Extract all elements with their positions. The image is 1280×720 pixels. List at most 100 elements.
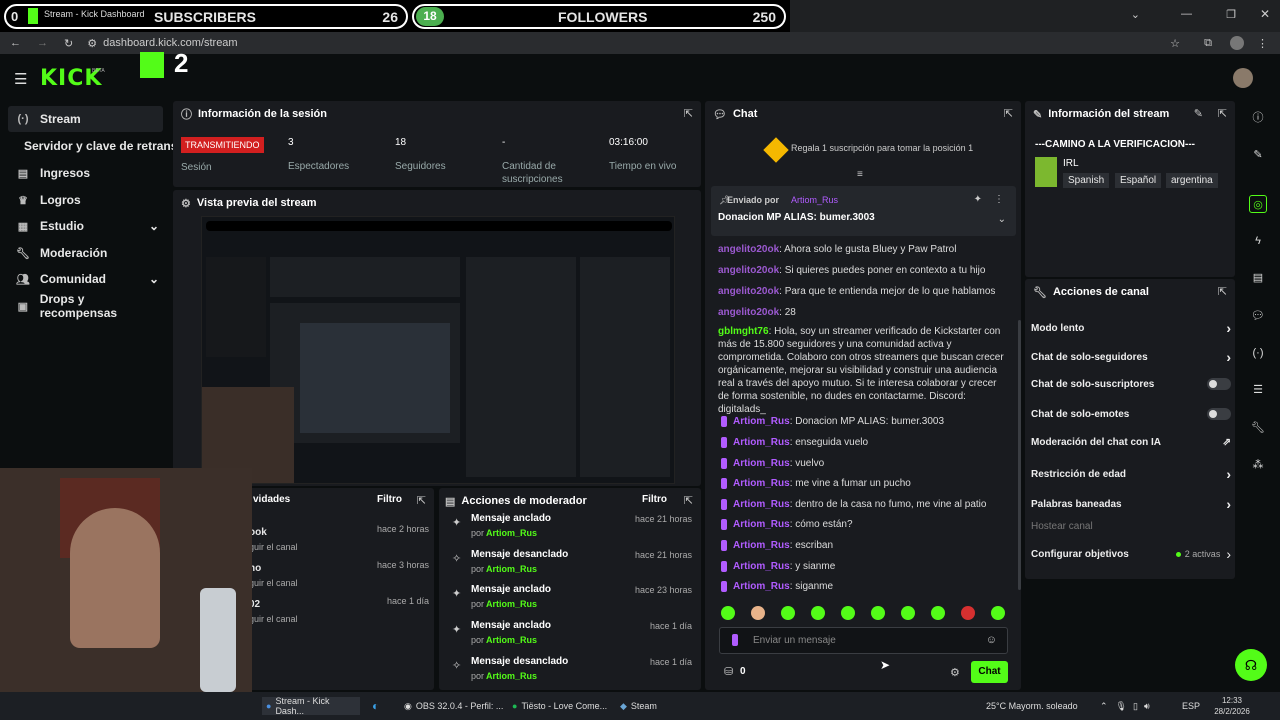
chevron-down-icon[interactable]: ⌄: [998, 214, 1006, 225]
stream-preview-video[interactable]: [201, 216, 675, 484]
channel-action-row[interactable]: Restricción de edad ›: [1031, 466, 1231, 482]
taskbar-item-steam[interactable]: ◆ Steam: [620, 697, 657, 715]
user-avatar[interactable]: [1233, 68, 1253, 88]
chat-username[interactable]: angelito20ok: [718, 307, 779, 318]
filter-lines-icon[interactable]: ≡: [857, 169, 863, 180]
emote-icon[interactable]: [991, 606, 1005, 620]
chat-username[interactable]: Artiom_Rus: [733, 416, 790, 427]
close-icon[interactable]: ✕: [1260, 7, 1270, 21]
chat-username[interactable]: Artiom_Rus: [733, 478, 790, 489]
emote-icon[interactable]: [901, 606, 915, 620]
pencil-icon[interactable]: ✎: [1249, 146, 1267, 164]
back-icon[interactable]: ←: [10, 37, 21, 49]
tag[interactable]: Español: [1115, 173, 1162, 188]
toggle-switch[interactable]: [1207, 408, 1231, 420]
edit-icon[interactable]: ✎: [1194, 107, 1203, 120]
chat-username[interactable]: angelito20ok: [718, 244, 779, 255]
taskbar-clock[interactable]: 12:33 28/2/2026: [1212, 695, 1252, 717]
expand-icon[interactable]: ⇱: [684, 494, 693, 507]
chat-scrollbar[interactable]: [1018, 320, 1021, 590]
pinned-message[interactable]: 📌︎ Enviado por Artiom_Rus Donacion MP AL…: [711, 186, 1016, 236]
info-icon[interactable]: ⓘ: [1249, 109, 1267, 127]
mod-user[interactable]: Artiom_Rus: [486, 599, 537, 609]
reload-icon[interactable]: ↻: [64, 37, 73, 50]
channel-action-row[interactable]: Moderación del chat con IA ⇗: [1031, 437, 1231, 448]
sidebar-item-moderation[interactable]: 🔧︎ Moderación: [8, 240, 163, 266]
chat-username[interactable]: Artiom_Rus: [733, 581, 790, 592]
apps-icon[interactable]: ⁂: [1249, 456, 1267, 474]
site-info-icon[interactable]: ⚙: [87, 37, 97, 50]
expand-icon[interactable]: ⇱: [1218, 107, 1227, 120]
chat-username[interactable]: Artiom_Rus: [733, 540, 790, 551]
chat-username[interactable]: Artiom_Rus: [733, 561, 790, 572]
taskbar-item-obs[interactable]: ◉ OBS 32.0.4 - Perfil: ...: [404, 697, 503, 715]
chat-input[interactable]: Enviar un mensaje ☺: [719, 627, 1008, 654]
url-input[interactable]: dashboard.kick.com/stream: [103, 37, 238, 49]
channel-action-row[interactable]: Chat de solo-suscriptores: [1031, 378, 1231, 390]
profile-avatar[interactable]: [1230, 36, 1244, 50]
toggle-switch[interactable]: [1207, 378, 1231, 390]
bolt-icon[interactable]: ϟ: [1249, 232, 1267, 250]
document-icon[interactable]: ▤: [1249, 269, 1267, 287]
sidebar-item-drops[interactable]: ▣ Drops y recompensas: [8, 292, 163, 320]
browser-tab-title[interactable]: Stream - Kick Dashboard: [44, 9, 145, 19]
expand-icon[interactable]: ⇱: [417, 494, 426, 507]
taskbar-item-spotify[interactable]: ● Tiësto - Love Come...: [512, 697, 607, 715]
layers-icon[interactable]: ☰: [1249, 381, 1267, 399]
weather-widget[interactable]: 25°C Mayorm. soleado: [986, 697, 1078, 715]
mod-user[interactable]: Artiom_Rus: [486, 528, 537, 538]
emote-icon[interactable]: [931, 606, 945, 620]
broadcast-icon[interactable]: (·): [1249, 344, 1267, 362]
filter-button[interactable]: Filtro: [377, 494, 402, 505]
chat-username[interactable]: Artiom_Rus: [733, 437, 790, 448]
sidebar-item-stream[interactable]: (·) Stream: [8, 106, 163, 132]
extensions-icon[interactable]: ⧉: [1204, 37, 1212, 50]
sidebar-item-server-key[interactable]: Servidor y clave de retransm: [18, 133, 173, 159]
system-tray-icons[interactable]: ⌃ 🎙︎ ▯ 🔊︎: [1100, 697, 1150, 715]
chat-username[interactable]: angelito20ok: [718, 286, 779, 297]
unpin-icon[interactable]: ✦: [974, 194, 982, 205]
chat-bubble-icon[interactable]: 💬︎: [1249, 307, 1267, 325]
chat-username[interactable]: angelito20ok: [718, 265, 779, 276]
channel-action-row[interactable]: Modo lento ›: [1031, 320, 1231, 336]
emote-icon[interactable]: [721, 606, 735, 620]
emote-icon[interactable]: [961, 606, 975, 620]
chat-username[interactable]: gblmght76: [718, 326, 769, 337]
emote-icon[interactable]: [841, 606, 855, 620]
hamburger-menu-icon[interactable]: ☰: [14, 70, 27, 88]
tag[interactable]: argentina: [1166, 173, 1218, 188]
taskbar-item-edge[interactable]: ◐: [372, 697, 379, 715]
taskbar-item-browser[interactable]: ● Stream - Kick Dash...: [262, 696, 360, 716]
mod-user[interactable]: Artiom_Rus: [486, 564, 537, 574]
wrench-icon[interactable]: 🔧︎: [1249, 419, 1267, 437]
forward-icon[interactable]: →: [37, 37, 48, 49]
expand-icon[interactable]: ⇱: [1218, 285, 1227, 298]
minimize-icon[interactable]: —: [1181, 8, 1192, 20]
send-chat-button[interactable]: Chat: [971, 661, 1008, 683]
emote-icon[interactable]: [751, 606, 765, 620]
bookmark-star-icon[interactable]: ☆: [1170, 37, 1180, 50]
more-icon[interactable]: ⋮: [994, 194, 1004, 205]
emote-icon[interactable]: [871, 606, 885, 620]
mod-user[interactable]: Artiom_Rus: [486, 671, 537, 681]
filter-button[interactable]: Filtro: [642, 494, 667, 505]
sidebar-item-achievements[interactable]: ♛ Logros: [8, 187, 163, 213]
tag[interactable]: Spanish: [1063, 173, 1110, 188]
chat-username[interactable]: Artiom_Rus: [733, 458, 790, 469]
channel-action-row[interactable]: Chat de solo-seguidores ›: [1031, 349, 1231, 365]
expand-icon[interactable]: ⇱: [684, 107, 693, 120]
emote-icon[interactable]: [781, 606, 795, 620]
restore-icon[interactable]: ❐: [1226, 8, 1236, 21]
target-icon[interactable]: ◎: [1249, 195, 1267, 213]
browser-menu-icon[interactable]: ⋮: [1257, 37, 1268, 50]
support-headset-button[interactable]: ☊: [1235, 649, 1267, 681]
channel-action-row[interactable]: Palabras baneadas ›: [1031, 496, 1231, 512]
chat-username[interactable]: Artiom_Rus: [733, 499, 790, 510]
chat-username[interactable]: Artiom_Rus: [733, 519, 790, 530]
channel-action-row[interactable]: Chat de solo-emotes: [1031, 408, 1231, 420]
points-icon[interactable]: ⛁: [724, 665, 733, 678]
language-indicator[interactable]: ESP: [1182, 697, 1200, 715]
sidebar-item-community[interactable]: 👥︎ Comunidad ⌄: [8, 266, 163, 292]
channel-action-row[interactable]: Configurar objetivos 2 activas ›: [1031, 546, 1231, 562]
chat-settings-icon[interactable]: ⚙: [950, 666, 960, 679]
